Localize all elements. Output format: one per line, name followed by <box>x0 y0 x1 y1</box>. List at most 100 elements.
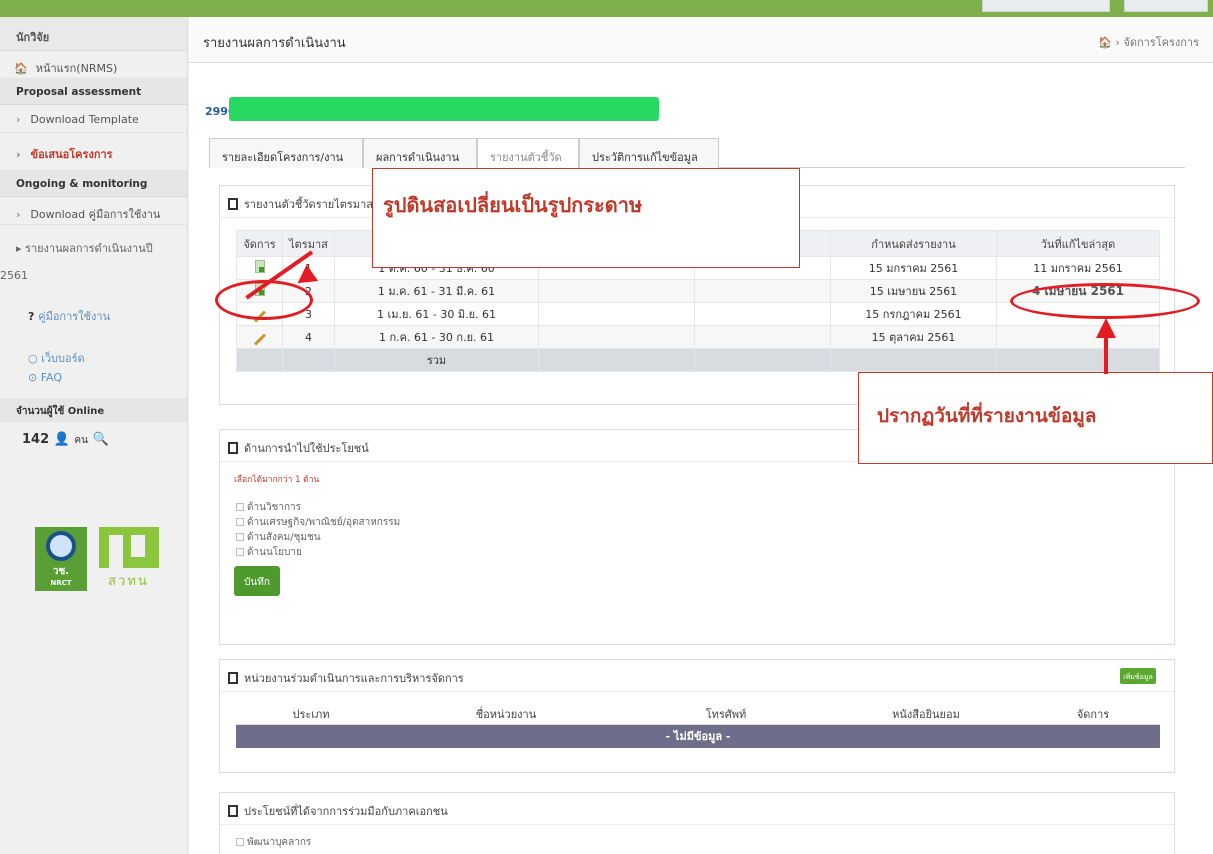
logo1-sub: NRCT <box>50 579 72 587</box>
top-button-2[interactable] <box>1124 0 1208 12</box>
page-header: รายงานผลการดำเนินงาน 🏠 › จัดการโครงการ <box>189 17 1213 63</box>
expense-cell <box>694 302 831 326</box>
sum-blank-cell <box>538 348 695 372</box>
sidebar-item-report[interactable]: ▸ รายงานผลการดำเนินงานปี 2561 <box>0 225 187 285</box>
checkbox[interactable] <box>236 838 244 846</box>
benefit-option[interactable]: ด้านวิชาการ <box>236 500 400 515</box>
expense-cell <box>694 325 831 349</box>
quarter-cell: 4 <box>282 325 335 349</box>
sidebar-item-home[interactable]: 🏠 หน้าแรก(NRMS) <box>0 51 187 79</box>
blank-cell <box>538 302 695 326</box>
sidebar-item-download-manual[interactable]: › Download คู่มือการใช้งาน <box>0 197 187 225</box>
home-icon[interactable]: 🏠 <box>1098 36 1115 49</box>
tab-results[interactable]: ผลการดำเนินงาน <box>363 138 477 168</box>
updated-cell: 11 มกราคม 2561 <box>996 256 1160 280</box>
bullet-icon: › <box>16 148 21 161</box>
panel-header: ประโยชน์ที่ได้จากการร่วมมือกับภาคเอกชน <box>220 793 1174 825</box>
pencil-icon[interactable] <box>253 332 266 346</box>
logo2-text: สวทน <box>108 574 149 589</box>
due-cell: 15 กรกฎาคม 2561 <box>830 302 997 326</box>
sidebar-link-webboard[interactable]: ○ เว็บบอร์ด <box>28 349 187 367</box>
logo1-text: วช. <box>52 566 70 577</box>
panel-title: ด้านการนำไปใช้ประโยชน์ <box>244 442 369 455</box>
col-manage: จัดการ <box>236 230 283 257</box>
sidebar-item-label: Download คู่มือการใช้งาน <box>30 208 161 221</box>
tab-bar: รายละเอียดโครงการ/งาน ผลการดำเนินงาน ราย… <box>209 138 1185 169</box>
tab-project-detail[interactable]: รายละเอียดโครงการ/งาน <box>209 138 363 168</box>
arrow-head-up-icon <box>1096 318 1116 338</box>
document-icon <box>228 442 238 454</box>
sidebar-item-proposal[interactable]: › ข้อเสนอโครงการ <box>0 133 187 171</box>
user-icon: 👤 <box>53 432 75 447</box>
add-data-button[interactable]: เพิ่มข้อมูล <box>1120 668 1156 684</box>
question-icon: ? <box>28 310 39 323</box>
panel-header: หน่วยงานร่วมดำเนินการและการบริหารจัดการ <box>220 660 1174 692</box>
col-consent: หนังสือยินยอม <box>826 704 1026 725</box>
option-label: ด้านนโยบาย <box>247 547 302 558</box>
top-bar <box>0 0 1213 17</box>
empty-message: - ไม่มีข้อมูล - <box>236 724 1160 748</box>
col-due: กำหนดส่งรายงาน <box>830 230 997 257</box>
col-name: ชื่อหน่วยงาน <box>386 704 626 725</box>
save-button[interactable]: บันทึก <box>234 566 280 596</box>
sti-logo: สวทน <box>91 527 166 591</box>
online-users-header: จำนวนผู้ใช้ Online <box>0 398 187 422</box>
link-label: เว็บบอร์ด <box>41 352 85 365</box>
bullet-icon: ▸ <box>16 242 26 255</box>
seal-icon <box>46 531 76 561</box>
sum-blank-cell <box>996 348 1160 372</box>
period-cell: 1 ก.ค. 61 - 30 ก.ย. 61 <box>334 325 539 349</box>
partner-table: ประเภท ชื่อหน่วยงาน โทรศัพท์ หนังสือยินย… <box>236 704 1160 748</box>
benefit-options: ด้านวิชาการ ด้านเศรษฐกิจ/พาณิชย์/อุตสาหก… <box>236 500 400 560</box>
benefit-option[interactable]: ด้านเศรษฐกิจ/พาณิชย์/อุตสาหกรรม <box>236 515 400 530</box>
empty-row: - ไม่มีข้อมูล - <box>236 724 1160 748</box>
checkbox[interactable] <box>236 518 244 526</box>
option-label: ด้านสังคม/ชุมชน <box>247 532 321 543</box>
highlight-updated-date <box>1010 283 1200 319</box>
sidebar-item-label: หน้าแรก(NRMS) <box>35 62 118 75</box>
tab-history[interactable]: ประวัติการแก้ไขข้อมูล <box>579 138 719 168</box>
top-button-1[interactable] <box>982 0 1110 12</box>
breadcrumb-item[interactable]: จัดการโครงการ <box>1123 36 1199 49</box>
partner-panel: หน่วยงานร่วมดำเนินการและการบริหารจัดการ … <box>219 659 1175 773</box>
option-label: ด้านเศรษฐกิจ/พาณิชย์/อุตสาหกรรม <box>247 517 401 528</box>
checkbox[interactable] <box>236 533 244 541</box>
sidebar-section-ongoing: Ongoing & monitoring <box>0 171 187 197</box>
private-option[interactable]: พัฒนาบุคลากร <box>236 835 311 850</box>
checkbox[interactable] <box>236 548 244 556</box>
sidebar-link-faq[interactable]: ⊙ FAQ <box>28 371 187 384</box>
document-icon <box>228 198 238 210</box>
option-label: ด้านวิชาการ <box>247 502 302 513</box>
period-cell: 1 ม.ค. 61 - 31 มี.ค. 61 <box>334 279 539 303</box>
due-cell: 15 เมษายน 2561 <box>830 279 997 303</box>
benefit-option[interactable]: ด้านสังคม/ชุมชน <box>236 530 400 545</box>
benefit-option[interactable]: ด้านนโยบาย <box>236 545 400 560</box>
page-title: รายงานผลการดำเนินงาน <box>203 36 346 51</box>
panel-title: ประโยชน์ที่ได้จากการร่วมมือกับภาคเอกชน <box>244 805 448 818</box>
online-unit: คน <box>74 435 88 446</box>
online-count: 142 <box>22 432 50 447</box>
faq-icon: ⊙ <box>28 371 41 384</box>
sti-mark-icon <box>98 527 159 571</box>
tab-indicators[interactable]: รายงานตัวชี้วัด <box>477 138 579 169</box>
document-icon <box>228 805 238 817</box>
expense-cell <box>694 279 831 303</box>
col-updated: วันที่แก้ไขล่าสุด <box>996 230 1160 257</box>
checkbox[interactable] <box>236 503 244 511</box>
sum-row: รวม <box>236 348 1160 372</box>
updated-cell <box>996 325 1160 349</box>
sidebar-item-label: Download Template <box>30 113 139 126</box>
sum-blank-cell <box>830 348 997 372</box>
period-cell: 1 เม.ย. 61 - 30 มิ.ย. 61 <box>334 302 539 326</box>
breadcrumb: 🏠 › จัดการโครงการ <box>1098 36 1199 49</box>
search-icon[interactable]: 🔍 <box>92 432 108 447</box>
sidebar-item-download-template[interactable]: › Download Template <box>0 105 187 133</box>
link-label: FAQ <box>40 371 63 384</box>
arrow-to-date <box>1104 336 1108 374</box>
sum-blank-cell <box>694 348 831 372</box>
document-icon[interactable] <box>254 260 265 273</box>
col-type: ประเภท <box>236 704 386 725</box>
sidebar-link-manual[interactable]: ? คู่มือการใช้งาน <box>28 307 187 325</box>
manage-cell[interactable] <box>236 325 283 349</box>
document-icon <box>228 672 238 684</box>
